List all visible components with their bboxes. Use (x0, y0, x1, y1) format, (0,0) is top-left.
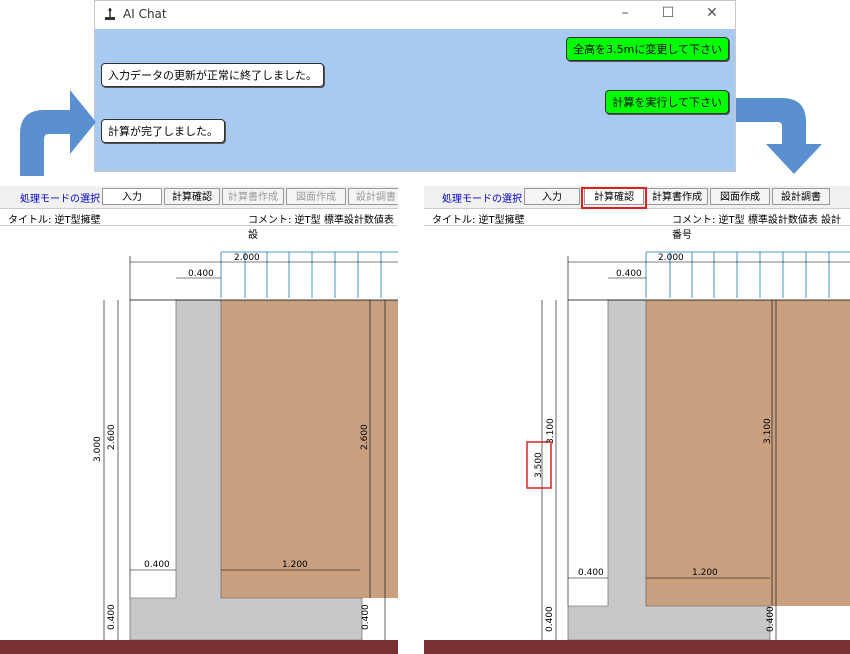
right-app-pane: 処理モードの選択 入力 計算確認 計算書作成 図面作成 設計調書 タイトル: 逆… (424, 186, 850, 654)
dim-toe: 0.400 (144, 560, 170, 570)
ground-strip (0, 640, 398, 654)
drawing-create-button[interactable]: 図面作成 (286, 188, 346, 205)
design-sheet-button[interactable]: 設計調書 (348, 188, 398, 205)
dim-heel-height: 3.100 (763, 418, 773, 444)
mode-label: 処理モードの選択 (20, 194, 100, 205)
left-toolbar: 処理モードの選択 入力 計算確認 計算書作成 図面作成 設計調書 (0, 186, 398, 209)
mode-label: 処理モードの選択 (442, 194, 522, 205)
left-infobar: タイトル: 逆T型擁壁 コメント: 逆T型 標準設計数値表 設 (0, 209, 398, 241)
dim-toe: 0.400 (578, 568, 604, 578)
soil-backfill (221, 300, 398, 598)
flow-arrow-left-icon (20, 90, 96, 176)
chat-title: AI Chat (123, 7, 167, 21)
ai-chat-window: AI Chat – ☐ ✕ 全高を3.5mに変更して下さい 入力データの更新が正… (94, 0, 736, 172)
chat-message-user: 全高を3.5mに変更して下さい (566, 37, 729, 61)
maximize-icon[interactable]: ☐ (658, 5, 678, 21)
dim-heel: 1.200 (282, 560, 308, 570)
drawing-create-button[interactable]: 図面作成 (710, 188, 770, 205)
left-wall-drawing: 2.000 0.400 3.000 2.600 2.600 0.400 1.20… (0, 251, 398, 654)
report-create-button[interactable]: 計算書作成 (646, 188, 708, 205)
dim-heel-height: 2.600 (360, 424, 370, 450)
input-button[interactable]: 入力 (524, 188, 580, 205)
chat-message-user: 計算を実行して下さい (605, 90, 729, 114)
dim-heel: 1.200 (692, 568, 718, 578)
right-infobar: タイトル: 逆T型擁壁 コメント: 逆T型 標準設計数値表 設計番号 (424, 209, 850, 241)
dim-base-left: 0.400 (545, 606, 555, 632)
calc-check-highlight (581, 187, 647, 209)
dim-total-height: 3.000 (93, 436, 103, 462)
dim-base-right: 0.400 (766, 606, 776, 632)
dim-total-height: 3.500 (534, 452, 544, 478)
design-sheet-button[interactable]: 設計調書 (772, 188, 830, 205)
right-wall-drawing: 2.000 0.400 3.500 3.100 3.100 0.400 1.20… (424, 251, 850, 654)
minimize-icon[interactable]: – (615, 5, 635, 21)
dim-top-load: 2.000 (658, 253, 684, 263)
dim-stem-height: 2.600 (107, 424, 117, 450)
title-label: タイトル: 逆T型擁壁 (8, 215, 101, 226)
right-toolbar: 処理モードの選択 入力 計算確認 計算書作成 図面作成 設計調書 (424, 186, 850, 209)
report-create-button[interactable]: 計算書作成 (222, 188, 284, 205)
input-button[interactable]: 入力 (102, 188, 162, 205)
title-label: タイトル: 逆T型擁壁 (432, 215, 525, 226)
dim-top-load: 2.000 (234, 253, 260, 263)
chat-message-area: 全高を3.5mに変更して下さい 入力データの更新が正常に終了しました。 計算を実… (95, 29, 735, 171)
chat-message-system: 入力データの更新が正常に終了しました。 (101, 63, 324, 87)
flow-arrow-right-icon (736, 98, 822, 174)
chat-titlebar: AI Chat – ☐ ✕ (95, 1, 735, 29)
dim-base-left: 0.400 (107, 604, 117, 630)
calc-check-button[interactable]: 計算確認 (164, 188, 220, 205)
ground-strip (424, 640, 850, 654)
app-icon (105, 8, 115, 20)
soil-backfill (646, 300, 850, 606)
left-app-pane: 処理モードの選択 入力 計算確認 計算書作成 図面作成 設計調書 タイトル: 逆… (0, 186, 398, 654)
dim-stem-height: 3.100 (546, 418, 556, 444)
dim-top-wall: 0.400 (616, 269, 642, 279)
close-icon[interactable]: ✕ (702, 5, 722, 21)
dim-base-right: 0.400 (361, 604, 371, 630)
dim-top-wall: 0.400 (188, 269, 214, 279)
chat-message-system: 計算が完了しました。 (101, 119, 225, 143)
